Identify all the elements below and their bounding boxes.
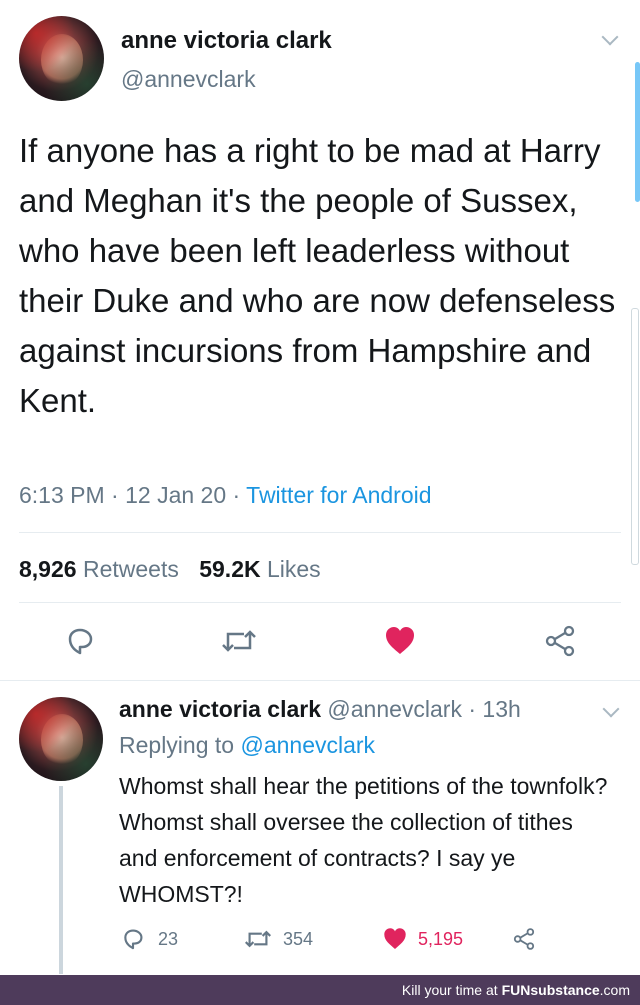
reply-like-button[interactable]: 5,195 xyxy=(382,926,463,952)
scrollbar-side[interactable] xyxy=(631,308,639,565)
avatar[interactable] xyxy=(19,16,104,101)
chevron-down-icon[interactable] xyxy=(602,700,620,718)
reply-text: Whomst shall hear the petitions of the t… xyxy=(119,773,608,907)
replying-prefix: Replying to xyxy=(119,732,235,758)
reply-share-button[interactable] xyxy=(512,926,536,957)
retweets-count[interactable]: 8,926 xyxy=(19,556,77,582)
watermark-footer: Kill your time at FUNsubstance .com xyxy=(0,975,640,1005)
meta-separator: · xyxy=(111,482,126,508)
tweet-text: If anyone has a right to be mad at Harry… xyxy=(19,132,616,419)
scrollbar-top[interactable] xyxy=(635,62,640,202)
divider xyxy=(0,680,640,681)
meta-separator: · xyxy=(232,482,247,508)
reply-author-handle[interactable]: @annevclark xyxy=(327,696,462,722)
reply-header: anne victoria clark @annevclark · 13h xyxy=(119,696,521,723)
replying-to: Replying to @annevclark xyxy=(119,732,375,759)
reply-button[interactable] xyxy=(63,624,97,658)
replying-to-link[interactable]: @annevclark xyxy=(240,732,375,758)
reply-icon xyxy=(68,628,93,655)
tweet-date: 12 Jan 20 xyxy=(125,482,227,508)
tweet-meta: 6:13 PM · 12 Jan 20 · Twitter for Androi… xyxy=(19,482,432,509)
reply-retweet-button[interactable]: 354 xyxy=(242,926,313,952)
retweet-icon xyxy=(245,930,271,948)
divider xyxy=(19,532,621,533)
reply-reply-button[interactable]: 23 xyxy=(120,926,178,952)
tweet-source[interactable]: Twitter for Android xyxy=(246,482,431,508)
footer-suffix: .com xyxy=(599,982,630,998)
retweets-label[interactable]: Retweets xyxy=(83,556,179,582)
reply-author-name[interactable]: anne victoria clark xyxy=(119,696,321,722)
reply-like-count: 5,195 xyxy=(418,928,464,949)
likes-count[interactable]: 59.2K xyxy=(199,556,260,582)
reply-retweet-count: 354 xyxy=(283,928,314,949)
reply-avatar[interactable] xyxy=(19,697,103,781)
retweet-icon xyxy=(222,630,256,652)
share-button[interactable] xyxy=(543,624,577,658)
share-icon xyxy=(513,928,535,950)
tweet-time: 6:13 PM xyxy=(19,482,105,508)
retweet-button[interactable] xyxy=(219,624,259,658)
tweet-stats: 8,926 Retweets 59.2K Likes xyxy=(19,556,321,583)
reply-reply-count: 23 xyxy=(158,928,179,949)
author-handle[interactable]: @annevclark xyxy=(121,66,256,93)
thread-line xyxy=(59,786,63,974)
like-button[interactable] xyxy=(383,624,417,658)
reply-icon xyxy=(124,929,143,950)
chevron-down-icon[interactable] xyxy=(601,28,619,46)
heart-icon xyxy=(384,928,406,949)
meta-separator: · xyxy=(468,696,477,722)
author-name[interactable]: anne victoria clark xyxy=(121,27,332,55)
likes-label[interactable]: Likes xyxy=(267,556,321,582)
divider xyxy=(19,602,621,603)
heart-icon xyxy=(386,627,414,654)
footer-brand[interactable]: FUNsubstance xyxy=(502,982,600,998)
share-icon xyxy=(545,625,575,657)
footer-text: Kill your time at xyxy=(401,982,498,998)
reply-age[interactable]: 13h xyxy=(482,696,520,722)
